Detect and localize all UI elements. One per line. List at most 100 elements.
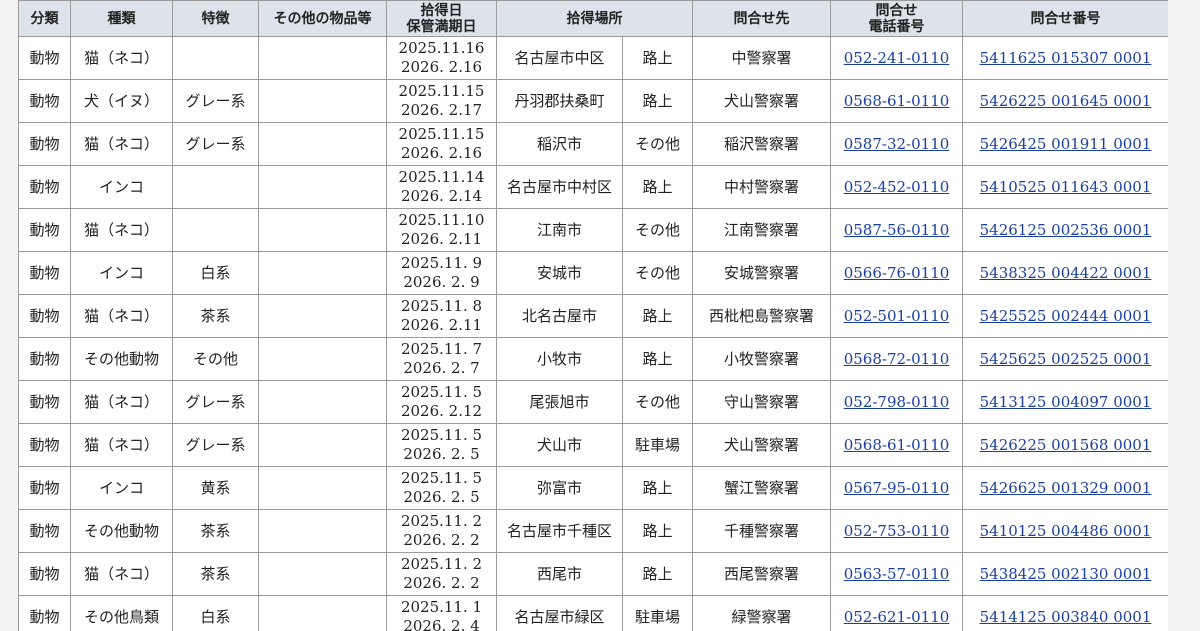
cell-other-items [258,294,387,338]
inquiry-number-link[interactable]: 5426125 002536 0001 [980,221,1152,239]
cell-expiry-date: 2026. 2. 5 [403,445,480,463]
cell-kind: その他鳥類 [70,595,173,631]
phone-link[interactable]: 052-621-0110 [844,608,950,626]
header-dates: 拾得日 保管満期日 [386,0,497,37]
cell-expiry-date: 2026. 2.16 [400,144,483,162]
cell-category: 動物 [18,466,71,510]
table-row: 動物 インコ 白系 2025.11. 9 2026. 2. 9 安城市 その他 … [18,251,1168,295]
cell-city: 安城市 [496,251,623,295]
inquiry-number-link[interactable]: 5426625 001329 0001 [980,479,1152,497]
table-row: 動物 猫（ネコ） グレー系 2025.11. 5 2026. 2.12 尾張旭市… [18,380,1168,424]
inquiry-number-link[interactable]: 5411625 015307 0001 [980,49,1152,67]
cell-dates: 2025.11.14 2026. 2.14 [386,165,497,209]
cell-expiry-date: 2026. 2. 2 [403,531,480,549]
cell-other-items [258,423,387,467]
inquiry-number-link[interactable]: 5425525 002444 0001 [980,307,1152,325]
cell-expiry-date: 2026. 2.12 [400,402,483,420]
cell-kind: その他動物 [70,509,173,553]
cell-spot: 駐車場 [622,595,693,631]
table-row: 動物 犬（イヌ） グレー系 2025.11.15 2026. 2.17 丹羽郡扶… [18,79,1168,123]
cell-contact: 犬山警察署 [692,79,831,123]
cell-feature: グレー系 [172,122,259,166]
phone-link[interactable]: 0568-61-0110 [844,92,950,110]
cell-found-date: 2025.11. 2 [400,555,483,573]
header-expiry-date: 保管満期日 [406,18,477,35]
header-place: 拾得場所 [496,0,693,37]
cell-expiry-date: 2026. 2.17 [400,101,483,119]
cell-found-date: 2025.11. 1 [400,598,483,616]
table-body: 動物 猫（ネコ） 2025.11.16 2026. 2.16 名古屋市中区 路上… [18,36,1168,631]
phone-link[interactable]: 0567-95-0110 [844,479,950,497]
inquiry-number-link[interactable]: 5438425 002130 0001 [980,565,1152,583]
cell-expiry-date: 2026. 2. 7 [403,359,480,377]
inquiry-number-link[interactable]: 5425625 002525 0001 [980,350,1152,368]
cell-dates: 2025.11. 1 2026. 2. 4 [386,595,497,631]
phone-link[interactable]: 052-452-0110 [844,178,950,196]
inquiry-number-link[interactable]: 5413125 004097 0001 [980,393,1152,411]
cell-phone: 0566-76-0110 [830,251,963,295]
cell-dates: 2025.11. 8 2026. 2.11 [386,294,497,338]
cell-city: 名古屋市中村区 [496,165,623,209]
cell-other-items [258,36,387,80]
cell-inquiry-number: 5410125 004486 0001 [962,509,1168,553]
table-row: 動物 その他鳥類 白系 2025.11. 1 2026. 2. 4 名古屋市緑区… [18,595,1168,631]
cell-other-items [258,122,387,166]
cell-spot: 路上 [622,552,693,596]
table-row: 動物 猫（ネコ） グレー系 2025.11. 5 2026. 2. 5 犬山市 … [18,423,1168,467]
cell-city: 名古屋市千種区 [496,509,623,553]
inquiry-number-link[interactable]: 5414125 003840 0001 [980,608,1152,626]
phone-link[interactable]: 0587-56-0110 [844,221,950,239]
header-kind: 種類 [70,0,173,37]
cell-phone: 0587-32-0110 [830,122,963,166]
cell-contact: 中村警察署 [692,165,831,209]
cell-inquiry-number: 5426425 001911 0001 [962,122,1168,166]
cell-kind: 猫（ネコ） [70,122,173,166]
cell-city: 稲沢市 [496,122,623,166]
cell-phone: 0568-61-0110 [830,79,963,123]
phone-link[interactable]: 052-798-0110 [844,393,950,411]
cell-phone: 052-753-0110 [830,509,963,553]
table-row: 動物 猫（ネコ） 茶系 2025.11. 2 2026. 2. 2 西尾市 路上… [18,552,1168,596]
cell-spot: その他 [622,208,693,252]
inquiry-number-link[interactable]: 5410525 011643 0001 [980,178,1152,196]
cell-feature: 茶系 [172,509,259,553]
cell-city: 北名古屋市 [496,294,623,338]
phone-link[interactable]: 0568-61-0110 [844,436,950,454]
cell-other-items [258,251,387,295]
phone-link[interactable]: 0568-72-0110 [844,350,950,368]
cell-found-date: 2025.11.14 [398,168,485,186]
phone-link[interactable]: 0563-57-0110 [844,565,950,583]
cell-city: 丹羽郡扶桑町 [496,79,623,123]
phone-link[interactable]: 052-241-0110 [844,49,950,67]
cell-city: 西尾市 [496,552,623,596]
cell-category: 動物 [18,380,71,424]
cell-feature: その他 [172,337,259,381]
cell-contact: 安城警察署 [692,251,831,295]
phone-link[interactable]: 052-753-0110 [844,522,950,540]
phone-link[interactable]: 0566-76-0110 [844,264,950,282]
cell-feature: グレー系 [172,79,259,123]
cell-expiry-date: 2026. 2.11 [400,230,483,248]
inquiry-number-link[interactable]: 5426225 001568 0001 [980,436,1152,454]
cell-category: 動物 [18,36,71,80]
table-row: 動物 インコ 2025.11.14 2026. 2.14 名古屋市中村区 路上 … [18,165,1168,209]
cell-spot: その他 [622,251,693,295]
cell-phone: 052-452-0110 [830,165,963,209]
cell-contact: 緑警察署 [692,595,831,631]
cell-contact: 犬山警察署 [692,423,831,467]
cell-spot: 路上 [622,337,693,381]
cell-kind: インコ [70,466,173,510]
cell-contact: 千種警察署 [692,509,831,553]
cell-category: 動物 [18,122,71,166]
inquiry-number-link[interactable]: 5426225 001645 0001 [980,92,1152,110]
inquiry-number-link[interactable]: 5410125 004486 0001 [980,522,1152,540]
lost-animal-table-container: 分類 種類 特徴 その他の物品等 拾得日 保管満期日 拾得場所 問合せ先 問合せ… [18,0,1168,631]
phone-link[interactable]: 0587-32-0110 [844,135,950,153]
header-category: 分類 [18,0,71,37]
inquiry-number-link[interactable]: 5426425 001911 0001 [980,135,1152,153]
phone-link[interactable]: 052-501-0110 [844,307,950,325]
cell-kind: 猫（ネコ） [70,423,173,467]
cell-other-items [258,595,387,631]
inquiry-number-link[interactable]: 5438325 004422 0001 [980,264,1152,282]
cell-category: 動物 [18,509,71,553]
